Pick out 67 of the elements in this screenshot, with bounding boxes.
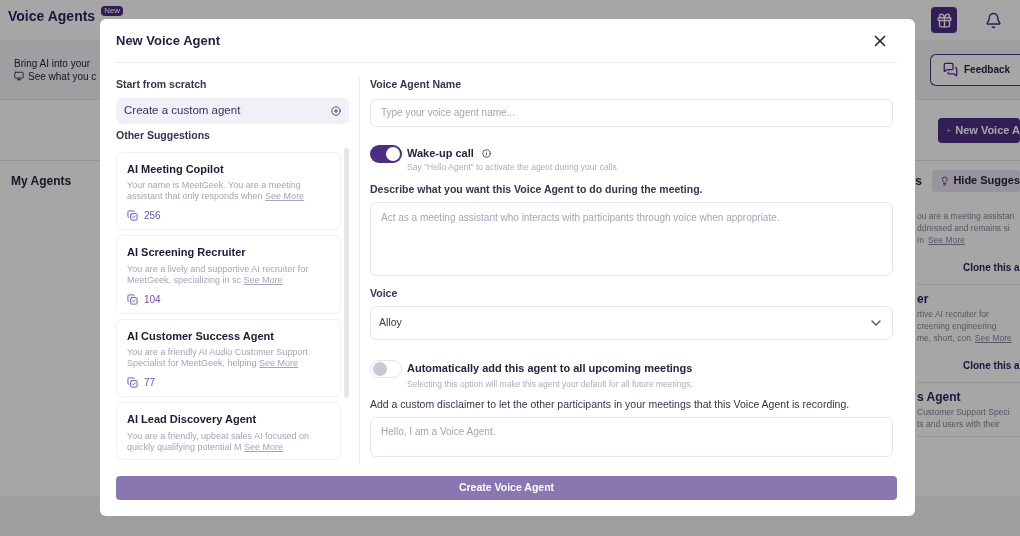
new-voice-agent-button[interactable]: New Voice A	[938, 117, 1020, 143]
suggestion-title: AI Customer Success Agent	[127, 328, 275, 344]
agent-card-title: er	[917, 293, 930, 305]
agent-card-text: ts and users with their	[917, 418, 1000, 430]
agent-card-text: creening engineering	[917, 320, 997, 332]
copy-icon	[127, 377, 138, 388]
suggestion-description: You are a friendly, upbeat sales AI focused on quickly qualifying potential M See More	[127, 430, 311, 453]
name-input-field[interactable]: Type your voice agent name...	[370, 98, 893, 127]
clone-button[interactable]: Clone this a	[917, 360, 1020, 372]
banner-text: Bring AI into your	[14, 56, 92, 70]
agent-card-text: rtive AI recruiter for	[917, 308, 989, 320]
custom-agent-button[interactable]: Create a custom agent	[116, 97, 349, 124]
scrollbar[interactable]	[344, 147, 349, 398]
suggestion-description: Your name is MeetGeek. You are a meeting assistant that only responds when See More	[127, 180, 306, 202]
section-heading: s	[915, 172, 922, 190]
suggestion-title: AI Lead Discovery Agent	[127, 412, 258, 427]
monitor-icon	[14, 71, 24, 81]
page-title: Voice Agents	[8, 7, 96, 26]
agent-card-text: m	[917, 234, 925, 246]
suggestion-title: AI Meeting Copilot	[127, 161, 225, 177]
field-label: Add a custom disclaimer to let the other participants in your meetings that this Voice Agent is recording.	[370, 396, 851, 412]
suggestion-title: AI Screening Recruiter	[127, 245, 247, 260]
agent-card-text: me, short, con	[917, 332, 971, 344]
copy-icon	[127, 293, 138, 305]
create-voice-agent-button[interactable]: Create Voice Agent	[116, 476, 897, 500]
info-icon[interactable]	[481, 148, 491, 158]
suggestion-description: You are a friendly AI Audio Customer Support Specialist for MeetGeek, helping See More	[127, 347, 309, 369]
suggestion-description: You are a lively and supportive AI recruiter for MeetGeek, specializing in sc See More	[127, 263, 310, 286]
usage-count: 77	[144, 376, 156, 390]
toggle-hint: Selecting this option will make this agent your default for all future meetings.	[407, 378, 693, 391]
field-label: Describe what you want this Voice Agent to do during the meeting.	[370, 182, 704, 197]
copy-icon	[127, 210, 138, 221]
suggestion-card[interactable]: AI Lead Discovery Agent You are a friendly, upbeat sales AI focused on quickly qualifying potential M See More	[116, 402, 341, 460]
suggestion-card[interactable]: AI Screening Recruiter You are a lively and supportive AI recruiter for MeetGeek, specializing in sc See More 104	[116, 235, 341, 314]
toggle-label: Wake-up call	[407, 145, 474, 161]
banner-link[interactable]: See what you c	[28, 69, 97, 83]
plus-circle-icon	[331, 105, 341, 116]
agent-card-text: ddressed and remains si	[917, 222, 1010, 234]
new-tag: New	[101, 6, 124, 16]
suggestion-card[interactable]: AI Meeting Copilot Your name is MeetGeek. You are a meeting assistant that only responds when See More 256	[116, 151, 341, 230]
disclaimer-input-field[interactable]: Hello, I am a Voice Agent.	[370, 416, 893, 457]
agent-card-text: ou are a meeting assistan	[917, 210, 1015, 222]
section-title: My Agents	[11, 172, 72, 190]
gift-icon	[935, 11, 953, 29]
lightbulb-icon	[940, 174, 950, 187]
agent-card-title: s Agent	[917, 391, 962, 403]
hide-suggestions-button[interactable]: Hide Sugges	[932, 169, 1020, 192]
bell-icon[interactable]	[985, 11, 1002, 29]
feedback-button[interactable]: Feedback	[930, 53, 1020, 86]
section-label: Other Suggestions	[116, 127, 211, 143]
voice-select[interactable]: Alloy	[370, 305, 893, 340]
field-label: Voice Agent Name	[370, 77, 463, 92]
toggle-switch[interactable]	[370, 144, 402, 163]
field-label: Voice	[370, 285, 399, 301]
gift-button[interactable]	[931, 7, 957, 33]
toggle-switch[interactable]	[370, 359, 402, 378]
toggle-hint: Say "Hello Agent" to activate the agent during your calls.	[407, 161, 620, 174]
section-label: Start from scratch	[116, 77, 208, 92]
agent-card-text: Customer Support Speci	[917, 406, 1010, 418]
usage-count: 256	[144, 209, 161, 223]
suggestion-card[interactable]: AI Customer Success Agent You are a friendly AI Audio Customer Support Specialist for MeetGeek, helping See More 77	[116, 318, 341, 397]
description-input-field[interactable]: Act as a meeting assistant who interacts with participants through voice when appropriate.	[370, 201, 893, 276]
clone-button[interactable]: Clone this a	[917, 262, 1020, 274]
usage-count: 104	[144, 292, 161, 307]
toggle-label: Automatically add this agent to all upcoming meetings	[407, 360, 693, 376]
modal-title: New Voice Agent	[116, 31, 221, 50]
chat-icon	[943, 62, 958, 77]
